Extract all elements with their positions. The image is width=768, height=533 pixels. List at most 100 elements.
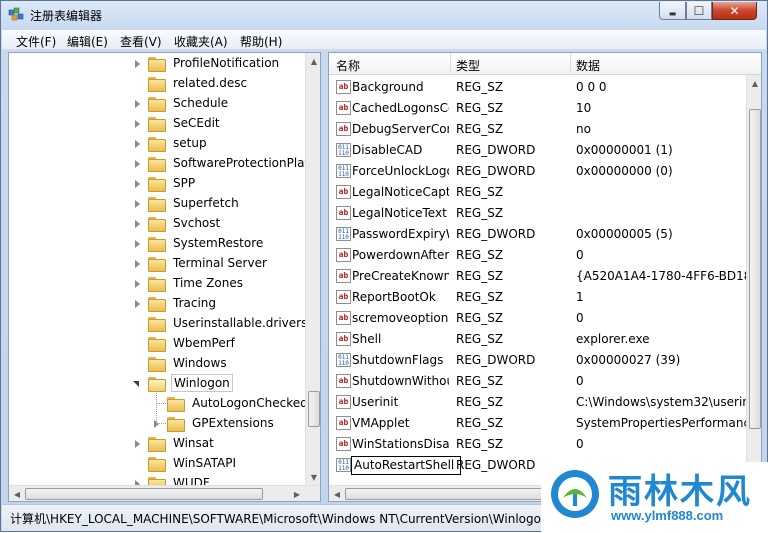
scroll-up-icon[interactable]: ▲ [306,53,320,69]
tree-hscroll-thumb[interactable] [25,488,263,500]
value-row[interactable]: 011 110ForceUnlockLogon REG_DWORD 0x000000… [329,161,747,182]
tree-item-softwareprotectionplatfo[interactable]: SoftwareProtectionPlatfo [133,153,308,173]
tree-item-terminal-server[interactable]: Terminal Server [133,253,269,273]
tree-item-setup[interactable]: setup [133,133,209,153]
tree-item-svchost[interactable]: Svchost [133,213,222,233]
scroll-right-icon[interactable]: ▶ [289,486,305,501]
status-path: 计算机\HKEY_LOCAL_MACHINE\SOFTWARE\Microsof… [10,512,545,526]
tree-item-secedit[interactable]: SeCEdit [133,113,222,133]
folder-icon [167,416,185,432]
tree-item-label: Windows [173,356,227,370]
value-type: REG_SZ [456,80,504,94]
expand-arrow-icon[interactable] [133,159,142,168]
values-vertical-scrollbar[interactable]: ▲ ▼ [746,75,761,485]
value-row[interactable]: ab Userinit REG_SZ C:\Windows\system32\user… [329,392,747,413]
value-row[interactable]: ab scremoveoption REG_SZ 0 [329,308,747,329]
expand-arrow-icon[interactable] [133,199,142,208]
menu-edit[interactable]: 编辑(E) [67,33,108,50]
expand-arrow-icon[interactable] [133,299,142,308]
value-type: REG_SZ [456,101,504,115]
tree-item-schedule[interactable]: Schedule [133,93,230,113]
tree-item-label: GPExtensions [192,416,274,430]
column-divider[interactable] [570,53,571,75]
maximize-button[interactable]: ☐ [686,2,712,20]
value-row[interactable]: ab Background REG_SZ 0 0 0 [329,77,747,98]
title-bar[interactable]: 注册表编辑器 ▬ ☐ ✕ [1,1,767,29]
tree-vscroll-thumb[interactable] [308,391,320,427]
minimize-button[interactable]: ▬ [659,2,686,20]
scroll-up-icon[interactable]: ▲ [747,75,761,91]
rename-value-input[interactable]: AutoRestartShell [351,456,461,475]
value-type: REG_SZ [456,206,504,220]
tree-item-tracing[interactable]: Tracing [133,293,218,313]
value-row[interactable]: 011 110 DisableCAD REG_DWORD 0x00000001 (1) [329,140,747,161]
window-title: 注册表编辑器 [30,9,103,23]
key-tree-pane[interactable]: ProfileNotification related.desc Schedule S… [8,52,321,502]
scroll-left-icon[interactable]: ◀ [9,486,25,501]
value-row[interactable]: ab ReportBootOk REG_SZ 1 [329,287,747,308]
value-row[interactable]: abWinStationsDisabled REG_SZ 0 [329,434,747,455]
menu-view[interactable]: 查看(V) [120,33,162,50]
tree-item-winsatapi[interactable]: WinSATAPI [133,453,238,473]
value-row[interactable]: abLegalNoticeCaption REG_SZ [329,182,747,203]
collapse-arrow-icon[interactable] [133,379,142,388]
column-name-header[interactable]: 名称 [336,57,360,74]
value-data: no [576,122,591,136]
value-row[interactable]: ab VMApplet REG_SZ SystemPropertiesPerforma… [329,413,747,434]
tree-item-time-zones[interactable]: Time Zones [133,273,245,293]
tree-item-windows[interactable]: Windows [133,353,229,373]
minimize-icon: ▬ [668,9,677,18]
expand-arrow-icon[interactable] [133,259,142,268]
tree-item-gpextensions[interactable]: GPExtensions [152,413,276,433]
value-name: PreCreateKnownFolders [352,269,449,283]
value-name: WinStationsDisabled [352,437,449,451]
value-row[interactable]: abPreCreateKnownFolders REG_SZ {A520A1A4-1… [329,266,747,287]
value-row[interactable]: 011 110PasswordExpiryWarning REG_DWORD 0x0… [329,224,747,245]
scroll-left-icon[interactable]: ◀ [329,486,345,501]
value-row[interactable]: abPowerdownAfterShutdown REG_SZ 0 [329,245,747,266]
tree-item-userinstallable-drivers[interactable]: Userinstallable.drivers [133,313,308,333]
close-button[interactable]: ✕ [712,2,757,20]
expand-arrow-icon[interactable] [133,219,142,228]
expand-arrow-icon[interactable] [133,179,142,188]
tree-item-profilenotification[interactable]: ProfileNotification [133,53,281,73]
expand-arrow-icon[interactable] [133,59,142,68]
menu-favorites[interactable]: 收藏夹(A) [174,33,228,50]
column-data-header[interactable]: 数据 [576,57,600,74]
tree-item-winlogon[interactable]: Winlogon [133,373,233,393]
scroll-down-icon[interactable]: ▼ [306,469,320,485]
column-type-header[interactable]: 类型 [456,57,480,74]
tree-item-superfetch[interactable]: Superfetch [133,193,241,213]
expand-arrow-icon[interactable] [133,139,142,148]
value-row[interactable]: abShutdownWithoutLogon REG_SZ 0 [329,371,747,392]
tree-item-systemrestore[interactable]: SystemRestore [133,233,265,253]
value-row[interactable]: ab Shell REG_SZ explorer.exe [329,329,747,350]
binary-value-icon: 011 110 [336,458,351,472]
value-row[interactable]: abDebugServerCommand REG_SZ no [329,119,747,140]
tree-item-wudf[interactable]: WUDF [133,473,212,485]
tree-item-winsat[interactable]: Winsat [133,433,216,453]
expand-arrow-icon[interactable] [133,239,142,248]
tree-item-wbemperf[interactable]: WbemPerf [133,333,237,353]
expand-arrow-icon[interactable] [133,279,142,288]
tree-item-related-desc[interactable]: related.desc [133,73,249,93]
values-pane[interactable]: 名称 类型 数据 ab Background REG_SZ 0 0 0 ab Cached… [328,52,762,502]
tree-item-autologonchecked[interactable]: AutoLogonChecked [152,393,308,413]
tree-vertical-scrollbar[interactable]: ▲ ▼ [305,53,320,485]
value-type: REG_DWORD [456,164,536,178]
value-row[interactable]: 011 110 ShutdownFlags REG_DWORD 0x00000027 … [329,350,747,371]
value-row[interactable]: ab LegalNoticeText REG_SZ [329,203,747,224]
tree-horizontal-scrollbar[interactable]: ◀ ▶ [9,485,320,501]
values-vscroll-thumb[interactable] [749,109,761,429]
value-row[interactable]: abCachedLogonsCount REG_SZ 10 [329,98,747,119]
expand-arrow-icon[interactable] [133,439,142,448]
tree-item-spp[interactable]: SPP [133,173,197,193]
expand-arrow-icon[interactable] [133,99,142,108]
column-divider[interactable] [450,53,451,75]
tree-item-label: SystemRestore [173,236,264,250]
folder-icon [148,476,166,485]
menu-file[interactable]: 文件(F) [16,33,56,50]
expand-arrow-icon[interactable] [133,119,142,128]
menu-help[interactable]: 帮助(H) [240,33,282,50]
string-value-icon: ab [336,290,351,304]
